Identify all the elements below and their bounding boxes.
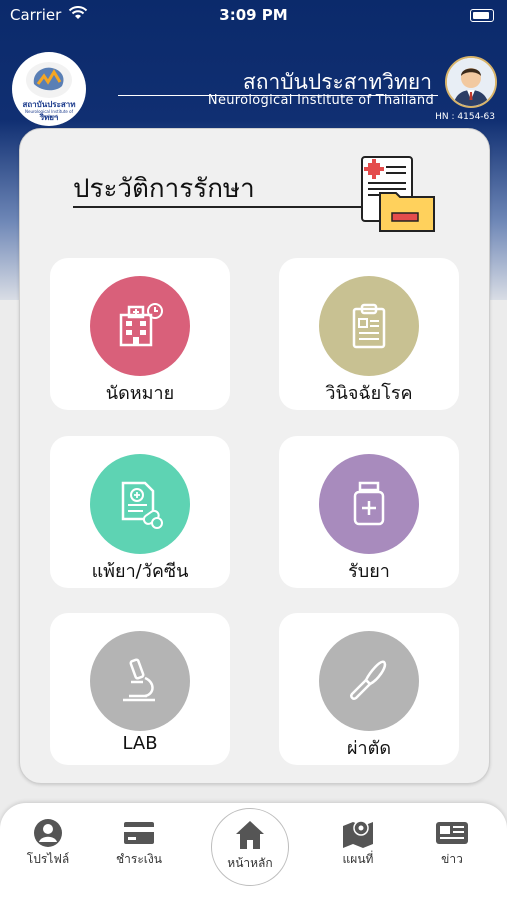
menu-label-medication: รับยา	[348, 561, 390, 582]
menu-icon-circle	[319, 454, 419, 554]
menu-card-surgery[interactable]: ผ่าตัด	[279, 613, 459, 765]
status-bar: Carrier 3:09 PM	[0, 0, 507, 30]
nav-home-label: หน้าหลัก	[227, 856, 273, 870]
menu-icon-circle	[319, 276, 419, 376]
nav-map[interactable]: แผนที่	[318, 818, 398, 869]
clipboard-icon	[352, 303, 386, 349]
nav-profile[interactable]: โปรไฟล์	[8, 818, 88, 869]
menu-card-allergy[interactable]: แพ้ยา/วัคซีน	[50, 436, 230, 588]
medical-records-icon	[358, 155, 438, 239]
hn-number: HN : 4154-63	[435, 112, 495, 122]
battery-icon	[470, 9, 494, 22]
menu-label-surgery: ผ่าตัด	[346, 738, 392, 759]
institute-logo: สถาบันประสาทวิทยา Neurological Institute…	[12, 52, 86, 126]
menu-card-lab[interactable]: LAB	[50, 613, 230, 765]
nav-payment[interactable]: ชำระเงิน	[99, 818, 179, 869]
microscope-icon	[123, 658, 155, 702]
medicine-bottle-icon	[353, 481, 385, 526]
profile-icon	[34, 819, 62, 847]
brain-logo-icon	[26, 62, 72, 98]
menu-icon-circle	[90, 454, 190, 554]
section-underline	[73, 206, 365, 208]
newspaper-icon	[436, 822, 468, 844]
nav-news-label: ข่าว	[441, 852, 463, 866]
scalpel-icon	[350, 660, 387, 700]
menu-label-allergy: แพ้ยา/วัคซีน	[91, 561, 189, 582]
allergy-document-icon	[121, 481, 163, 529]
menu-label-appointment: นัดหมาย	[105, 383, 175, 404]
menu-icon-circle	[90, 276, 190, 376]
menu-label-lab: LAB	[122, 733, 158, 754]
menu-icon-circle	[319, 631, 419, 731]
institute-name-english: Neurological Institute of Thailand	[207, 93, 434, 108]
credit-card-icon	[124, 822, 154, 844]
menu-card-diagnosis[interactable]: วินิจฉัยโรค	[279, 258, 459, 410]
menu-card-appointment[interactable]: นัดหมาย	[50, 258, 230, 410]
section-title: ประวัติการรักษา	[73, 174, 255, 204]
menu-icon-circle	[90, 631, 190, 731]
clock: 3:09 PM	[219, 6, 288, 24]
map-icon	[343, 820, 373, 848]
menu-label-diagnosis: วินิจฉัยโรค	[325, 383, 413, 404]
nav-home[interactable]: หน้าหลัก	[211, 808, 289, 886]
nav-payment-label: ชำระเงิน	[116, 852, 162, 866]
user-avatar[interactable]	[445, 56, 497, 108]
nav-news[interactable]: ข่าว	[412, 818, 492, 869]
menu-card-medication[interactable]: รับยา	[279, 436, 459, 588]
nav-profile-label: โปรไฟล์	[26, 852, 70, 866]
nav-map-label: แผนที่	[342, 852, 374, 866]
hospital-icon	[119, 303, 163, 347]
logo-subtext: Neurological Institute of Thailand	[25, 109, 73, 119]
home-icon	[236, 821, 264, 849]
